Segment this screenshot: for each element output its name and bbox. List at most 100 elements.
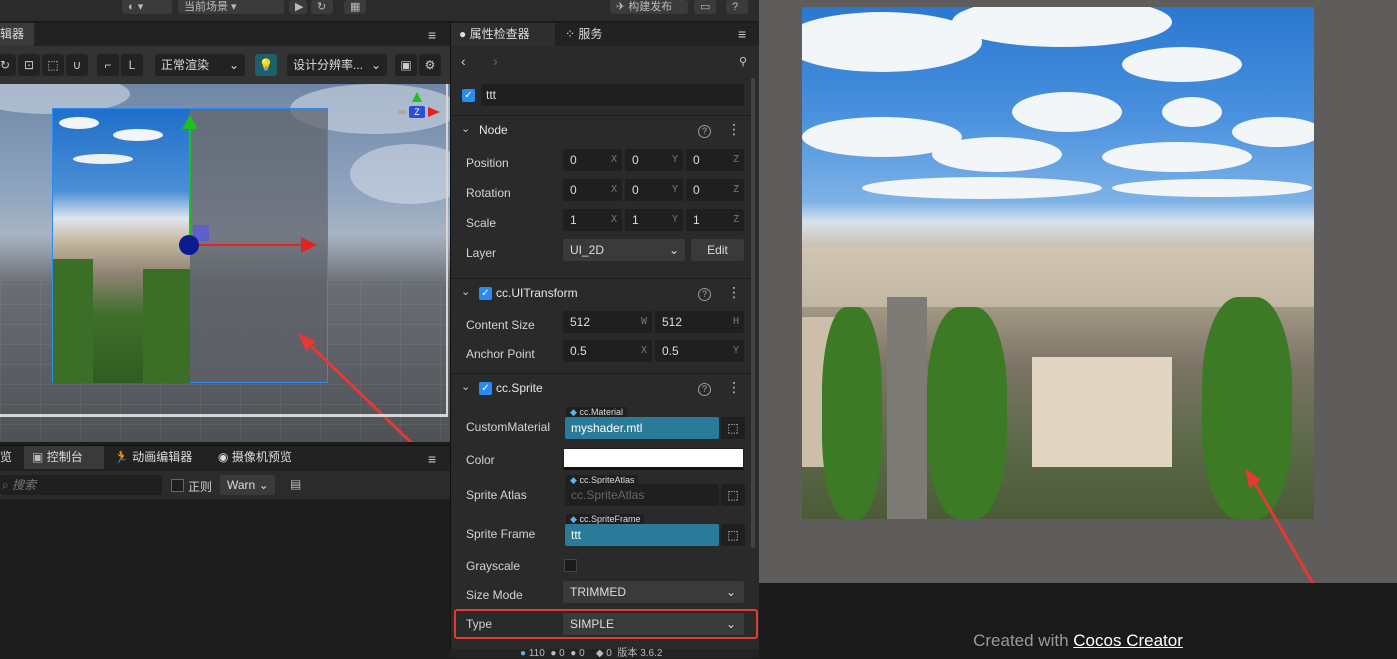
- play-button[interactable]: ▶: [289, 0, 307, 14]
- size-mode-dropdown[interactable]: TRIMMED ⌄: [563, 581, 744, 603]
- position-y-field[interactable]: 0Y: [625, 149, 683, 171]
- more-icon[interactable]: ⋮: [727, 122, 741, 136]
- scale-x-field[interactable]: 1X: [563, 209, 622, 231]
- search-input[interactable]: ⌕ 搜索: [0, 475, 162, 495]
- asset-picker-icon[interactable]: ⬚: [721, 417, 745, 439]
- platform-dropdown[interactable]: ◐ ▾: [122, 0, 172, 14]
- preview-sprite-image: [802, 7, 1314, 519]
- more-icon[interactable]: ⋮: [727, 285, 741, 299]
- scale-z-field[interactable]: 1Z: [686, 209, 744, 231]
- position-x-field[interactable]: 0X: [563, 149, 622, 171]
- log-level-dropdown[interactable]: Warn ⌄: [220, 475, 275, 495]
- help-icon[interactable]: ?: [726, 0, 748, 14]
- grayscale-row: Grayscale: [451, 552, 751, 580]
- sprite-atlas-row: Sprite Atlas ◆ cc.SpriteAtlas cc.SpriteA…: [451, 474, 751, 514]
- grayscale-checkbox[interactable]: [564, 559, 577, 572]
- help-icon[interactable]: ?: [698, 125, 711, 138]
- type-label: Type: [466, 617, 493, 631]
- regex-checkbox[interactable]: [171, 479, 184, 492]
- layer-edit-button[interactable]: Edit: [691, 239, 744, 261]
- build-label: 构建发布: [628, 1, 673, 13]
- tab-console[interactable]: ▣ 控制台: [24, 446, 104, 469]
- scale-y-field[interactable]: 1Y: [625, 209, 683, 231]
- tab-animation-editor[interactable]: 🏃 动画编辑器: [106, 446, 200, 469]
- uitransform-section-header[interactable]: ⌄ ✓ cc.UITransform ? ⋮: [451, 278, 751, 306]
- refresh-button[interactable]: ↻: [311, 0, 333, 14]
- sprite-enabled-checkbox[interactable]: ✓: [479, 382, 492, 395]
- menu-icon[interactable]: ≡: [428, 451, 436, 467]
- sprite-section-header[interactable]: ⌄ ✓ cc.Sprite ? ⋮: [451, 373, 751, 401]
- layer-dropdown[interactable]: UI_2D ⌄: [563, 239, 685, 261]
- scene-select[interactable]: 当前场景 ▾: [178, 0, 284, 14]
- transform-space-icon[interactable]: ⌐: [97, 54, 119, 76]
- tab-services[interactable]: ⁘ 服务: [557, 23, 610, 46]
- game-preview[interactable]: [759, 0, 1397, 619]
- position-z-field[interactable]: 0Z: [686, 149, 744, 171]
- tab-services-label: 服务: [578, 27, 603, 41]
- rotation-x-field[interactable]: 0X: [563, 179, 622, 201]
- magnet-icon[interactable]: ∪: [66, 54, 88, 76]
- lightbulb-icon[interactable]: 💡: [255, 54, 277, 76]
- rect-tool-icon[interactable]: ⬚: [42, 54, 64, 76]
- asset-picker-icon[interactable]: ⬚: [721, 484, 745, 506]
- gear-icon[interactable]: ⚙: [419, 54, 441, 76]
- frame-type-label: cc.SpriteFrame: [579, 514, 641, 524]
- position-row: Position 0X 0Y 0Z: [451, 149, 751, 177]
- content-size-width-field[interactable]: 512 W: [563, 311, 652, 333]
- tab-preview[interactable]: 览: [0, 446, 20, 469]
- pin-icon[interactable]: ⚲: [739, 55, 747, 68]
- chevron-down-icon: ⌄: [461, 123, 471, 135]
- custom-material-field[interactable]: myshader.mtl: [565, 417, 719, 439]
- asset-picker-icon[interactable]: ⬚: [721, 524, 745, 546]
- help-icon[interactable]: ?: [698, 288, 711, 301]
- help-icon[interactable]: ?: [698, 383, 711, 396]
- rotation-z-field[interactable]: 0Z: [686, 179, 744, 201]
- node-active-checkbox[interactable]: ✓: [462, 89, 475, 102]
- menu-icon[interactable]: ≡: [738, 26, 746, 42]
- more-icon[interactable]: ⋮: [727, 380, 741, 394]
- folder-icon[interactable]: ▭: [694, 0, 716, 14]
- menu-icon[interactable]: ≡: [428, 27, 436, 43]
- inspector-scrollbar[interactable]: [751, 78, 755, 548]
- uitransform-section-title: cc.UITransform: [496, 286, 578, 300]
- render-mode-label: 正常渲染: [161, 58, 210, 72]
- pivot-icon[interactable]: L: [121, 54, 143, 76]
- build-button[interactable]: ✈ 构建发布: [610, 0, 688, 14]
- tab-camera-preview[interactable]: ◉ 摄像机预览: [210, 446, 300, 469]
- camera-icon[interactable]: ▣: [395, 54, 417, 76]
- node-section-header[interactable]: ⌄ Node ? ⋮: [451, 115, 751, 143]
- tab-preview-label: 览: [0, 450, 13, 464]
- node-name-input[interactable]: ttt: [481, 84, 744, 106]
- rotate-tool-icon[interactable]: ↻: [0, 54, 16, 76]
- orientation-gizmo[interactable]: Z: [398, 92, 442, 136]
- type-dropdown[interactable]: SIMPLE ⌄: [563, 613, 744, 635]
- render-mode-dropdown[interactable]: 正常渲染 ⌄: [155, 54, 245, 76]
- y-axis-gizmo[interactable]: [182, 115, 198, 129]
- canvas-frame[interactable]: [52, 108, 328, 383]
- sprite-frame-field[interactable]: ttt: [565, 524, 719, 546]
- sprite-atlas-field[interactable]: cc.SpriteAtlas: [565, 484, 719, 506]
- color-row: Color: [451, 446, 751, 474]
- tab-inspector[interactable]: ● 属性检查器: [451, 23, 555, 46]
- tab-scene-editor[interactable]: 辑器: [0, 23, 34, 46]
- anchor-y-field[interactable]: 0.5 Y: [655, 340, 744, 362]
- x-axis-gizmo[interactable]: [301, 237, 317, 253]
- color-swatch[interactable]: [563, 448, 744, 470]
- clear-icon[interactable]: ▤: [290, 477, 301, 491]
- grayscale-label: Grayscale: [466, 559, 521, 573]
- uitransform-enabled-checkbox[interactable]: ✓: [479, 287, 492, 300]
- anchor-x-field[interactable]: 0.5 X: [563, 340, 652, 362]
- scale-tool-icon[interactable]: ⊡: [18, 54, 40, 76]
- cocos-creator-link[interactable]: Cocos Creator: [1073, 631, 1183, 650]
- forward-arrow-icon[interactable]: ›: [493, 53, 498, 69]
- rotation-y-field[interactable]: 0Y: [625, 179, 683, 201]
- content-size-height-field[interactable]: 512 H: [655, 311, 744, 333]
- node-section-title: Node: [479, 123, 508, 137]
- origin-gizmo[interactable]: [179, 235, 199, 255]
- grid-icon[interactable]: ▦: [344, 0, 366, 14]
- back-arrow-icon[interactable]: ‹: [461, 53, 466, 69]
- scene-viewport[interactable]: Z: [0, 84, 450, 442]
- anchor-point-label: Anchor Point: [466, 347, 535, 361]
- sprite-image: [53, 109, 190, 383]
- resolution-dropdown[interactable]: 设计分辨率... ⌄: [287, 54, 387, 76]
